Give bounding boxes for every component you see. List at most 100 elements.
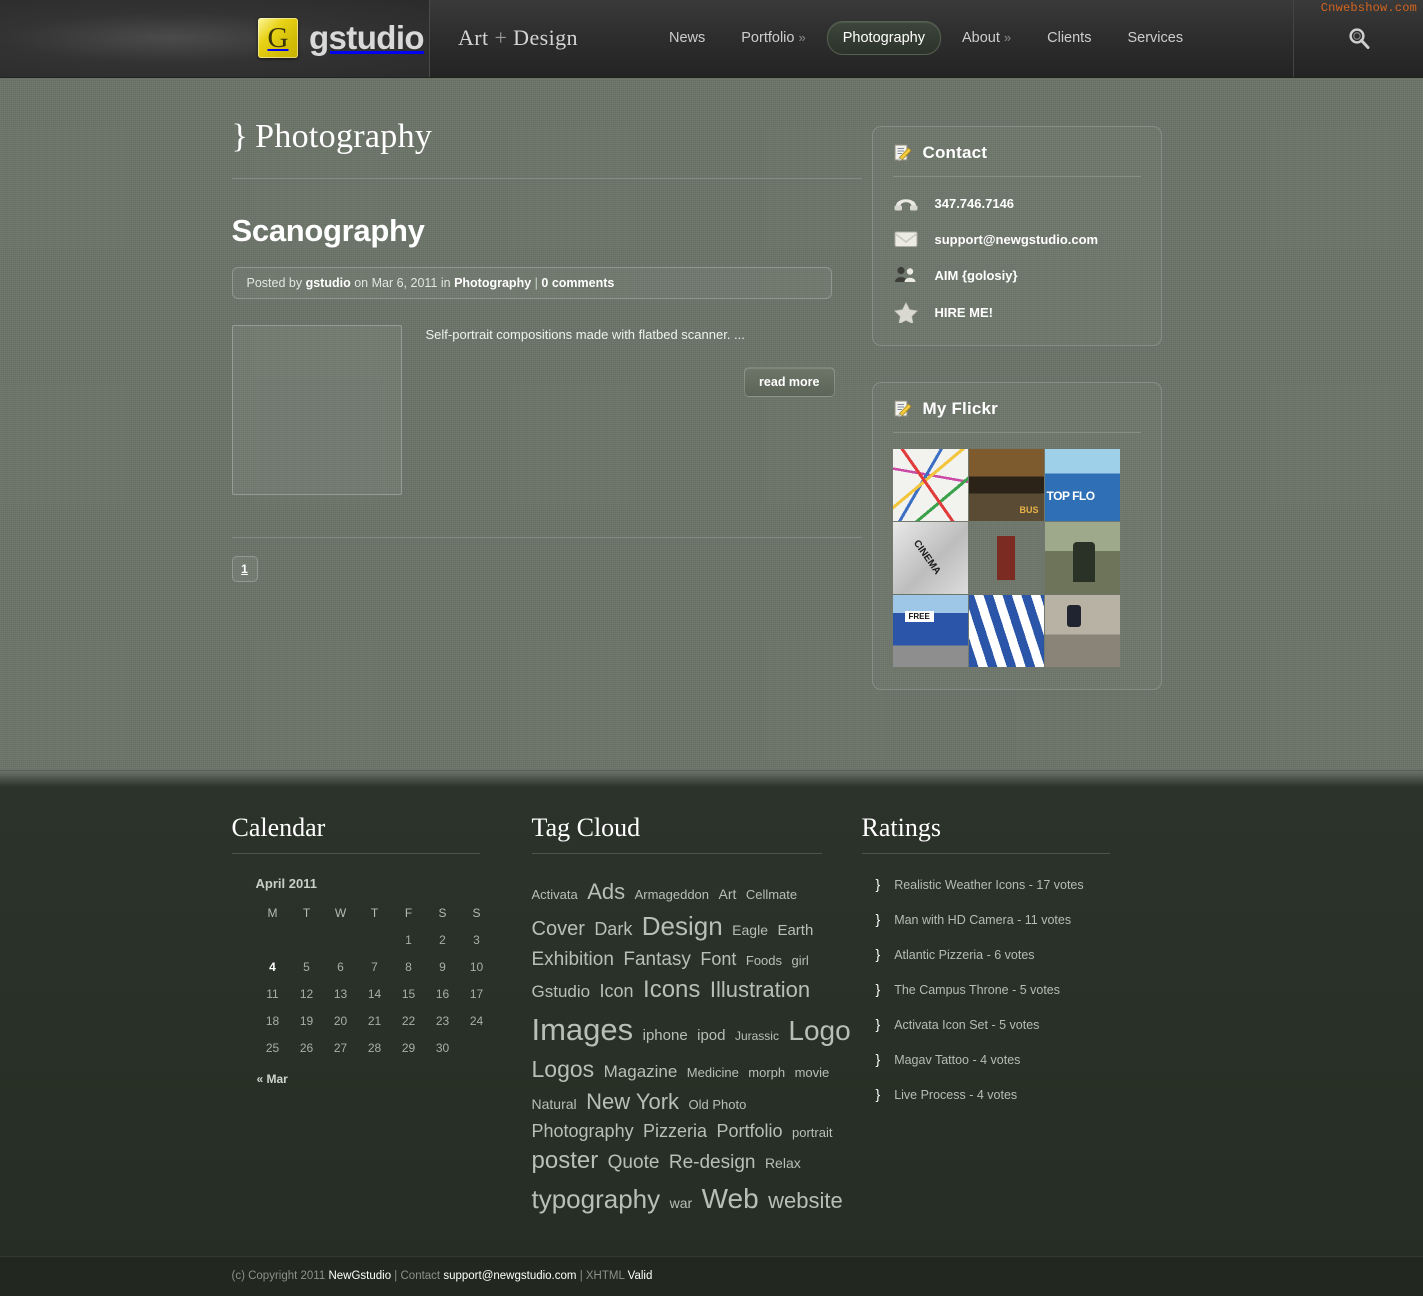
tag-link[interactable]: Armageddon	[635, 887, 709, 902]
tag-link[interactable]: Eagle	[732, 922, 768, 938]
tag-cloud: Activata Ads Armageddon Art Cellmate Cov…	[532, 876, 862, 1220]
post-title[interactable]: Scanography	[232, 213, 842, 249]
tag-link[interactable]: New York	[586, 1089, 679, 1114]
tag-link[interactable]: Logos	[532, 1056, 595, 1082]
copyright-brand[interactable]: NewGstudio	[328, 1270, 391, 1282]
calendar-day: 30	[435, 1040, 450, 1055]
page-title: } Photography	[232, 118, 842, 156]
flickr-photo-free-gilad-sign[interactable]	[892, 595, 968, 667]
contact-widget-title: Contact	[922, 143, 988, 162]
tag-link[interactable]: Icons	[643, 976, 700, 1003]
tag-link[interactable]: Gstudio	[532, 982, 591, 1001]
tag-link[interactable]: Magazine	[604, 1062, 678, 1081]
rating-link[interactable]: Atlantic Pizzeria - 6 votes	[894, 948, 1034, 962]
nav-item-photography[interactable]: Photography	[826, 21, 941, 55]
site-logo[interactable]: G gstudio	[0, 0, 430, 77]
rating-link[interactable]: Live Process - 4 votes	[894, 1088, 1017, 1102]
contact-row-email[interactable]: support@newgstudio.com	[893, 229, 1141, 249]
tag-link[interactable]: Logo	[788, 1015, 850, 1046]
copyright-email[interactable]: support@newgstudio.com	[443, 1270, 576, 1282]
calendar-prev-month-link[interactable]: « Mar	[256, 1061, 494, 1088]
calendar-day-today[interactable]: 4	[256, 953, 290, 980]
tag-link[interactable]: Pizzeria	[643, 1121, 707, 1141]
tag-link[interactable]: ipod	[697, 1027, 725, 1044]
calendar-day: 13	[333, 986, 348, 1001]
tag-link[interactable]: girl	[791, 953, 808, 968]
tag-link[interactable]: Dark	[594, 919, 632, 939]
tag-link[interactable]: iphone	[643, 1027, 688, 1044]
rating-link[interactable]: Magav Tattoo - 4 votes	[894, 1053, 1020, 1067]
tag-link[interactable]: Font	[700, 949, 736, 969]
flickr-photo-city-street-bus[interactable]	[968, 449, 1044, 521]
tag-link[interactable]: Design	[642, 911, 723, 941]
tag-link[interactable]: typography	[532, 1184, 661, 1214]
flickr-photo-stairs-people[interactable]	[1044, 595, 1120, 667]
tag-link[interactable]: Natural	[532, 1096, 577, 1112]
nav-item-news[interactable]: News	[654, 22, 720, 54]
nav-item-portfolio[interactable]: Portfolio »	[726, 22, 820, 54]
tag-link[interactable]: portrait	[792, 1125, 832, 1140]
nav-item-clients[interactable]: Clients	[1032, 22, 1106, 54]
flickr-photo-israeli-flags-crowd[interactable]	[968, 595, 1044, 667]
flickr-photo-red-chair[interactable]	[969, 522, 1044, 594]
tag-link[interactable]: Fantasy	[623, 949, 691, 970]
rating-link[interactable]: Man with HD Camera - 11 votes	[894, 913, 1071, 927]
contact-row-phone[interactable]: 347.746.7146	[893, 193, 1141, 213]
tag-link[interactable]: Re-design	[669, 1152, 756, 1173]
calendar-day: 27	[333, 1040, 348, 1055]
tag-link[interactable]: website	[768, 1188, 843, 1213]
tag-link[interactable]: Art	[718, 886, 736, 902]
contact-hire-me: HIRE ME!	[934, 304, 994, 320]
xhtml-valid-link[interactable]: Valid	[628, 1270, 653, 1282]
tag-link[interactable]: Web	[702, 1183, 759, 1214]
tag-link[interactable]: Medicine	[687, 1065, 739, 1080]
scanography-thumbnail[interactable]	[231, 325, 402, 495]
tag-link[interactable]: Portfolio	[717, 1121, 783, 1141]
tag-link[interactable]: Quote	[608, 1152, 660, 1173]
tag-link[interactable]: Jurassic	[735, 1029, 779, 1043]
flickr-photo-people-walking[interactable]	[1044, 522, 1120, 594]
calendar-day: 8	[405, 959, 412, 974]
nav-label: Services	[1127, 30, 1184, 46]
calendar-day: 14	[367, 986, 382, 1001]
read-more-button[interactable]: read more	[744, 366, 835, 397]
tag-link[interactable]: Cover	[532, 918, 585, 940]
tag-link[interactable]: morph	[748, 1065, 785, 1080]
flickr-photo-fou-cinema-poster[interactable]	[892, 522, 968, 594]
tag-link[interactable]: Earth	[777, 922, 813, 939]
tag-link[interactable]: Illustration	[710, 977, 810, 1002]
rating-link[interactable]: Activata Icon Set - 5 votes	[894, 1018, 1039, 1032]
copyright-prefix: (c) Copyright 2011	[231, 1270, 326, 1283]
rating-link[interactable]: Realistic Weather Icons - 17 votes	[894, 878, 1083, 892]
nav-item-services[interactable]: Services	[1112, 22, 1198, 54]
tag-link[interactable]: Ads	[587, 879, 625, 904]
tag-link[interactable]: Exhibition	[532, 949, 614, 970]
contact-row-aim[interactable]: AIM {golosiy}	[893, 265, 1141, 285]
tag-link[interactable]: Images	[532, 1012, 634, 1047]
tag-link[interactable]: Photography	[532, 1121, 634, 1141]
pagination-page-1[interactable]: 1	[231, 556, 258, 582]
flickr-photo-top-flo-sign[interactable]	[1044, 449, 1120, 521]
meta-comments[interactable]: 0 comments	[541, 276, 614, 290]
flickr-photo-subway-map[interactable]	[892, 449, 968, 521]
nav-label: About	[961, 30, 1000, 46]
meta-author[interactable]: gstudio	[306, 276, 351, 290]
tag-link[interactable]: war	[670, 1195, 693, 1211]
tag-link[interactable]: Old Photo	[689, 1097, 747, 1112]
rating-link[interactable]: The Campus Throne - 5 votes	[894, 983, 1060, 997]
meta-category[interactable]: Photography	[454, 276, 531, 290]
widget-divider	[892, 432, 1141, 433]
contact-row-hire[interactable]: HIRE ME!	[893, 301, 1141, 323]
nav-item-about[interactable]: About »	[947, 22, 1026, 54]
tag-link[interactable]: movie	[795, 1065, 830, 1080]
tag-link[interactable]: Cellmate	[746, 887, 797, 902]
tag-link[interactable]: Relax	[765, 1155, 801, 1171]
note-pencil-icon	[894, 144, 911, 162]
brace-bullet-icon: }	[875, 1016, 881, 1032]
tag-link[interactable]: Activata	[532, 887, 578, 902]
tag-link[interactable]: Icon	[600, 981, 634, 1001]
tag-link[interactable]: Foods	[746, 953, 782, 968]
nav-label: Clients	[1047, 30, 1092, 46]
tag-link[interactable]: poster	[532, 1147, 599, 1174]
calendar-day: 1	[405, 932, 412, 947]
